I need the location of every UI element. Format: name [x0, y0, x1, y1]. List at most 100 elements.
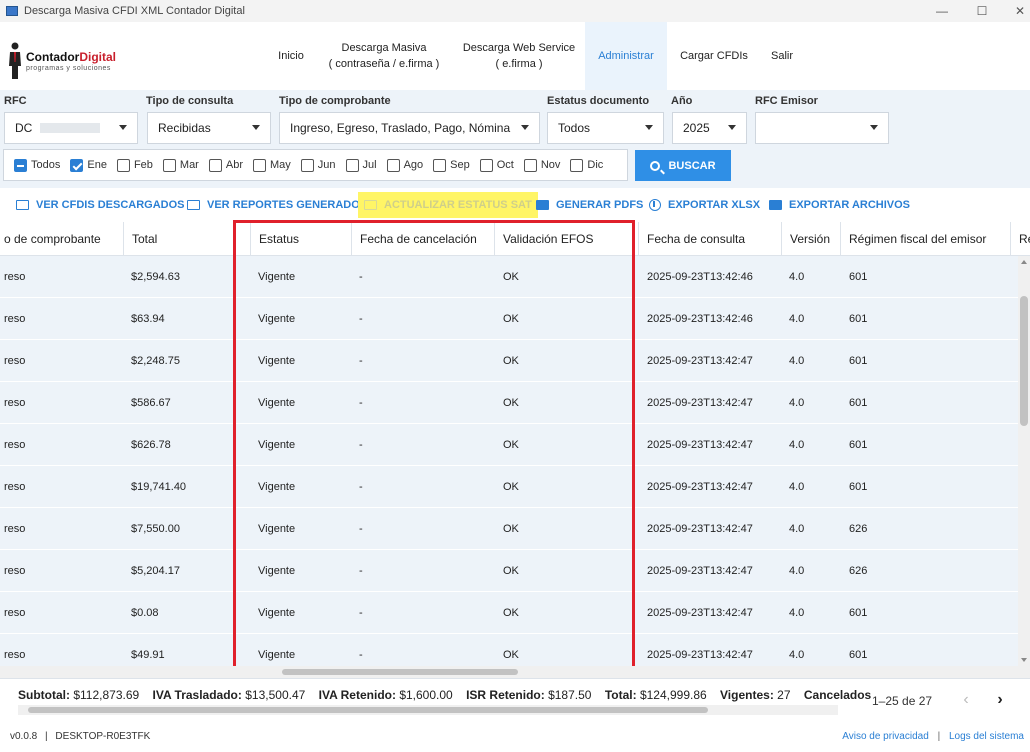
month-checkbox-ene[interactable]: Ene — [70, 158, 107, 172]
table-cell: 2025-09-23T13:42:47 — [647, 355, 753, 367]
month-checkbox-may[interactable]: May — [252, 158, 291, 172]
rfc-select[interactable]: DC — [4, 112, 138, 144]
checkbox-icon[interactable] — [116, 158, 130, 172]
rfc-emisor-select[interactable] — [755, 112, 889, 144]
chevron-down-icon — [521, 125, 529, 130]
table-row[interactable]: reso $5,204.17 Vigente - OK 2025-09-23T13:42:… — [0, 550, 1018, 592]
month-checkbox-mar[interactable]: Mar — [162, 158, 199, 172]
month-checkbox-jul[interactable]: Jul — [345, 158, 377, 172]
column-header[interactable]: Validación EFOS — [494, 222, 638, 256]
checkbox-icon[interactable] — [570, 158, 584, 172]
estatus-select[interactable]: Todos — [547, 112, 664, 144]
vertical-scroll-thumb[interactable] — [1020, 296, 1028, 426]
totals-scrollbar[interactable] — [18, 705, 838, 715]
column-header[interactable]: Fecha de consulta — [638, 222, 781, 256]
column-header[interactable]: Versión — [781, 222, 840, 256]
column-header[interactable]: Estatus — [250, 222, 351, 256]
month-checkbox-jun[interactable]: Jun — [300, 158, 336, 172]
subtotal-value: $112,873.69 — [73, 688, 140, 702]
table-cell: 4.0 — [789, 649, 805, 661]
checkbox-icon[interactable] — [523, 158, 537, 172]
checkbox-icon[interactable] — [300, 158, 314, 172]
table-cell: 2025-09-23T13:42:47 — [647, 397, 753, 409]
nav-salir[interactable]: Salir — [760, 22, 804, 90]
nav-descarga-masiva[interactable]: Descarga Masiva( contraseña / e.firma ) — [322, 22, 446, 90]
maximize-button[interactable]: ☐ — [962, 0, 1002, 22]
column-header[interactable]: Ré — [1010, 222, 1030, 256]
scroll-up-icon[interactable] — [1021, 260, 1027, 264]
checkbox-icon[interactable] — [162, 158, 176, 172]
table-row[interactable]: reso $7,550.00 Vigente - OK 2025-09-23T13:42:… — [0, 508, 1018, 550]
month-checkbox-oct[interactable]: Oct — [479, 158, 514, 172]
checkbox-icon[interactable] — [252, 158, 266, 172]
nav-inicio[interactable]: Inicio — [262, 22, 320, 90]
search-button[interactable]: BUSCAR — [635, 150, 731, 181]
privacy-link[interactable]: Aviso de privacidad — [842, 731, 929, 742]
nav-cargar-cfdis[interactable]: Cargar CFDIs — [673, 22, 755, 90]
table-cell: Vigente — [258, 397, 296, 409]
nav-descarga-web-service[interactable]: Descarga Web Service( e.firma ) — [456, 22, 582, 90]
nav-administrar[interactable]: Administrar — [585, 22, 667, 90]
column-header[interactable]: Régimen fiscal del emisor — [840, 222, 1010, 256]
anio-select[interactable]: 2025 — [672, 112, 747, 144]
tipo-comprobante-select[interactable]: Ingreso, Egreso, Traslado, Pago, Nómina — [279, 112, 540, 144]
table-row[interactable]: reso $2,594.63 Vigente - OK 2025-09-23T13:42:… — [0, 256, 1018, 298]
table-cell: OK — [503, 523, 519, 535]
table-row[interactable]: reso $19,741.40 Vigente - OK 2025-09-23T13:42… — [0, 466, 1018, 508]
checkbox-icon[interactable] — [479, 158, 493, 172]
table-cell: 4.0 — [789, 355, 805, 367]
table-cell: OK — [503, 649, 519, 661]
month-checkbox-feb[interactable]: Feb — [116, 158, 153, 172]
month-checkbox-abr[interactable]: Abr — [208, 158, 243, 172]
table-cell: 2025-09-23T13:42:47 — [647, 607, 753, 619]
scroll-down-icon[interactable] — [1021, 658, 1027, 662]
table-row[interactable]: reso $63.94 Vigente - OK 2025-09-23T13:42:46 4… — [0, 298, 1018, 340]
previous-page-button[interactable]: ‹ — [958, 691, 974, 709]
month-checkbox-todos[interactable]: Todos — [14, 158, 60, 172]
table-cell: Vigente — [258, 271, 296, 283]
table-row[interactable]: reso $626.78 Vigente - OK 2025-09-23T13:42:47… — [0, 424, 1018, 466]
tipo-consulta-select[interactable]: Recibidas — [147, 112, 271, 144]
column-header[interactable]: Fecha de cancelación — [351, 222, 494, 256]
table-row[interactable]: reso $0.08 Vigente - OK 2025-09-23T13:42:47 4.… — [0, 592, 1018, 634]
checkbox-icon[interactable] — [345, 158, 359, 172]
horizontal-scrollbar[interactable] — [0, 666, 1030, 678]
next-page-button[interactable]: › — [992, 691, 1008, 709]
minimize-button[interactable]: — — [922, 0, 962, 22]
exportar-xlsx-button[interactable]: EXPORTAR XLSX — [643, 192, 766, 218]
month-checkbox-ago[interactable]: Ago — [386, 158, 423, 172]
table-cell: 2025-09-23T13:42:47 — [647, 649, 753, 661]
table-row[interactable]: reso $49.91 Vigente - OK 2025-09-23T13:42:47 4… — [0, 634, 1018, 666]
table-cell: OK — [503, 271, 519, 283]
table-cell: 601 — [849, 397, 868, 409]
checkbox-icon[interactable] — [70, 158, 84, 172]
checkbox-icon[interactable] — [14, 158, 27, 172]
totals-scroll-thumb[interactable] — [28, 707, 708, 713]
checkbox-icon[interactable] — [386, 158, 400, 172]
checkbox-icon[interactable] — [433, 158, 447, 172]
table-cell: reso — [4, 481, 26, 493]
horizontal-scroll-thumb[interactable] — [282, 669, 518, 675]
table-cell: reso — [4, 397, 26, 409]
generar-pdfs-button[interactable]: GENERAR PDFS — [530, 192, 649, 218]
month-checkbox-dic[interactable]: Dic — [570, 158, 603, 172]
close-button[interactable]: ✕ — [1000, 0, 1030, 22]
app-icon — [6, 6, 18, 16]
ver-reportes-button[interactable]: VER REPORTES GENERADOS — [181, 192, 373, 218]
table-cell: 2025-09-23T13:42:47 — [647, 481, 753, 493]
actualizar-estatus-button[interactable]: ACTUALIZAR ESTATUS SAT — [358, 192, 538, 218]
month-checkbox-sep[interactable]: Sep — [433, 158, 470, 172]
column-header[interactable]: Total — [123, 222, 250, 256]
exportar-archivos-button[interactable]: EXPORTAR ARCHIVOS — [763, 192, 916, 218]
logs-link[interactable]: Logs del sistema — [949, 731, 1024, 742]
ver-cfdis-button[interactable]: VER CFDIS DESCARGADOS — [10, 192, 191, 218]
checkbox-icon[interactable] — [208, 158, 222, 172]
rfc-label: RFC — [4, 95, 27, 107]
table-cell: 4.0 — [789, 397, 805, 409]
column-header[interactable]: o de comprobante — [0, 222, 123, 256]
table-cell: 601 — [849, 649, 868, 661]
table-row[interactable]: reso $2,248.75 Vigente - OK 2025-09-23T13:42:… — [0, 340, 1018, 382]
vertical-scrollbar[interactable] — [1018, 256, 1030, 666]
month-checkbox-nov[interactable]: Nov — [523, 158, 560, 172]
table-row[interactable]: reso $586.67 Vigente - OK 2025-09-23T13:42:47… — [0, 382, 1018, 424]
